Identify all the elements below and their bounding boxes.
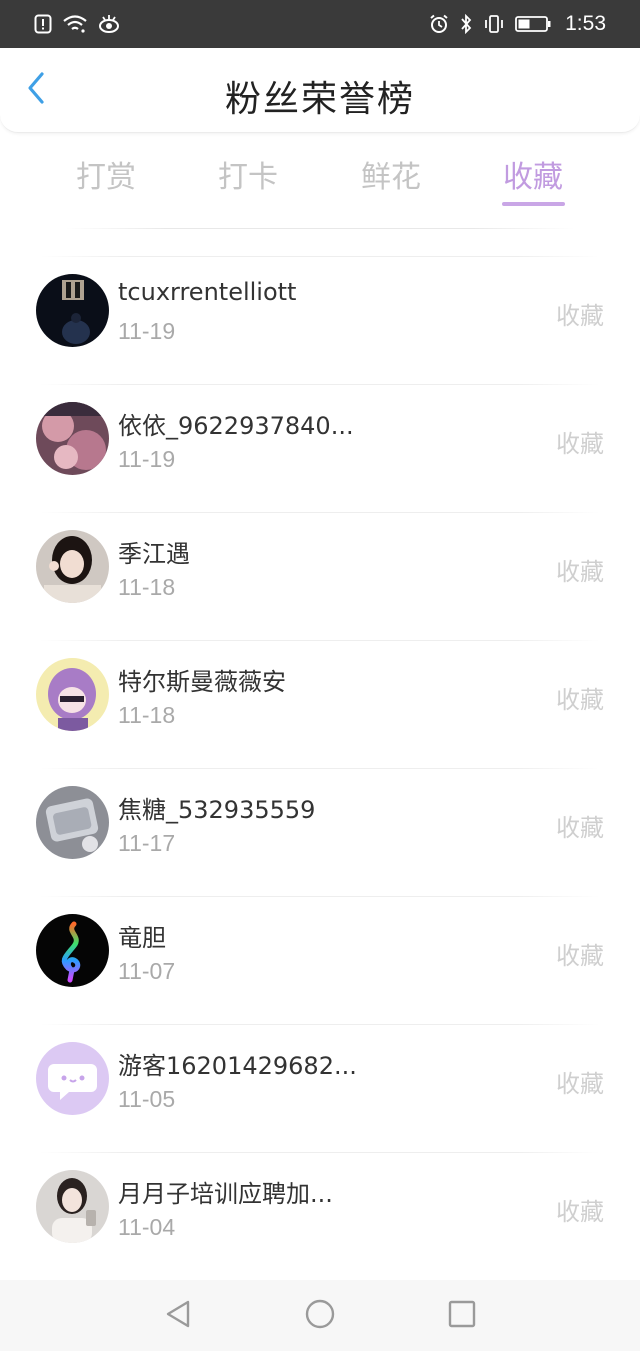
app-header: 粉丝荣誉榜 <box>0 48 640 133</box>
nav-home-button[interactable] <box>302 1298 338 1334</box>
list-item[interactable]: 依依_9622937840... 11-19 收藏 <box>0 384 640 512</box>
favorite-label: 收藏 <box>556 430 604 458</box>
item-date: 11-18 <box>118 702 176 728</box>
battery-icon <box>515 15 551 33</box>
avatar[interactable] <box>36 1042 109 1115</box>
user-name: 竜胆 <box>118 924 166 952</box>
nav-recents-button[interactable] <box>444 1298 480 1334</box>
favorite-label: 收藏 <box>556 302 604 330</box>
list-item[interactable]: 月月子培训应聘加... 11-04 收藏 <box>0 1152 640 1280</box>
tab-bar: 打赏 打卡 鲜花 收藏 <box>0 140 640 220</box>
avatar[interactable] <box>36 274 109 347</box>
active-tab-indicator <box>502 202 565 206</box>
avatar[interactable] <box>36 658 109 731</box>
avatar[interactable] <box>36 530 109 603</box>
eye-icon <box>98 14 120 34</box>
item-date: 11-18 <box>118 574 176 600</box>
alert-icon <box>34 14 52 34</box>
divider <box>65 228 575 229</box>
nav-back-button[interactable] <box>160 1298 196 1334</box>
avatar[interactable] <box>36 402 109 475</box>
status-right-icons: 1:53 <box>429 12 606 36</box>
status-left-icons <box>34 14 120 34</box>
favorite-label: 收藏 <box>556 558 604 586</box>
status-bar: 1:53 <box>0 0 640 48</box>
user-name: 季江遇 <box>118 540 190 568</box>
user-name: 游客16201429682... <box>118 1052 357 1080</box>
user-name: 焦糖_532935559 <box>118 796 316 824</box>
favorite-label: 收藏 <box>556 686 604 714</box>
user-name: 依依_9622937840... <box>118 412 354 440</box>
list-item[interactable]: tcuxrrentelliott 11-19 收藏 <box>0 256 640 384</box>
item-date: 11-17 <box>118 830 176 856</box>
user-name: tcuxrrentelliott <box>118 278 297 306</box>
home-circle-icon <box>304 1298 336 1334</box>
list-item[interactable]: 焦糖_532935559 11-17 收藏 <box>0 768 640 896</box>
status-time: 1:53 <box>565 12 606 35</box>
user-name: 特尔斯曼薇薇安 <box>118 668 286 696</box>
page-title: 粉丝荣誉榜 <box>224 79 415 120</box>
list-item[interactable]: 季江遇 11-18 收藏 <box>0 512 640 640</box>
system-nav-bar <box>0 1280 640 1351</box>
tab-checkin[interactable]: 打卡 <box>178 152 318 196</box>
avatar[interactable] <box>36 914 109 987</box>
favorite-label: 收藏 <box>556 942 604 970</box>
favorite-label: 收藏 <box>556 814 604 842</box>
tab-flowers[interactable]: 鲜花 <box>321 152 461 196</box>
item-date: 11-07 <box>118 958 176 984</box>
avatar[interactable] <box>36 786 109 859</box>
bluetooth-icon <box>459 14 473 34</box>
alarm-icon <box>429 14 449 34</box>
fan-list: tcuxrrentelliott 11-19 收藏 依依_9622937840.… <box>0 256 640 1280</box>
back-triangle-icon <box>164 1299 192 1333</box>
favorite-label: 收藏 <box>556 1198 604 1226</box>
item-date: 11-05 <box>118 1086 176 1112</box>
tab-reward[interactable]: 打赏 <box>36 152 176 196</box>
item-date: 11-04 <box>118 1214 176 1240</box>
list-item[interactable]: 竜胆 11-07 收藏 <box>0 896 640 1024</box>
list-item[interactable]: 特尔斯曼薇薇安 11-18 收藏 <box>0 640 640 768</box>
tab-favorites[interactable]: 收藏 <box>463 152 603 196</box>
recents-square-icon <box>447 1299 477 1333</box>
user-name: 月月子培训应聘加... <box>118 1180 333 1208</box>
item-date: 11-19 <box>118 318 176 344</box>
wifi-icon <box>62 14 88 34</box>
vibrate-icon <box>483 14 505 34</box>
favorite-label: 收藏 <box>556 1070 604 1098</box>
item-date: 11-19 <box>118 446 176 472</box>
list-item[interactable]: 游客16201429682... 11-05 收藏 <box>0 1024 640 1152</box>
avatar[interactable] <box>36 1170 109 1243</box>
